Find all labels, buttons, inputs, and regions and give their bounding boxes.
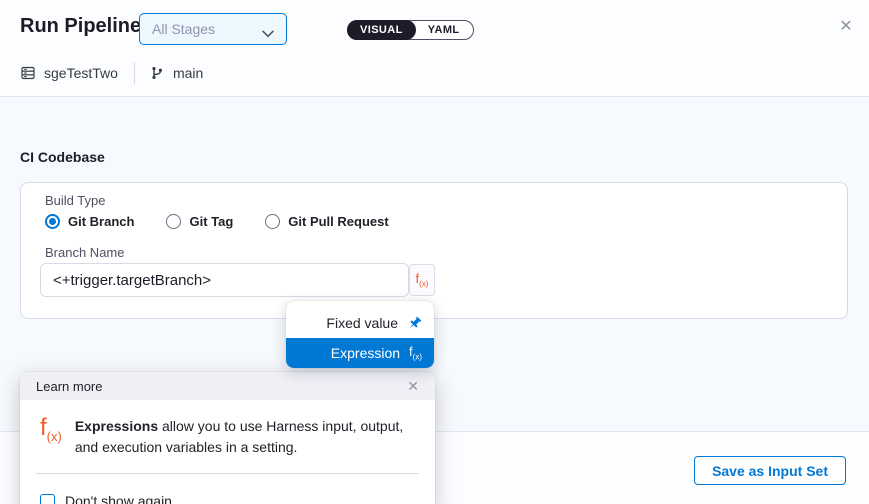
radio-label: Git Pull Request — [288, 214, 388, 229]
fx-icon: f(x) — [416, 272, 429, 289]
divider — [134, 62, 135, 84]
radio-selected-icon — [45, 214, 60, 229]
menu-item-label: Expression — [331, 345, 400, 361]
radio-label: Git Tag — [189, 214, 233, 229]
popover-title: Learn more — [36, 379, 102, 394]
branch-name-input[interactable] — [40, 263, 409, 297]
build-type-label: Build Type — [45, 193, 105, 208]
menu-item-label: Fixed value — [326, 315, 398, 331]
stage-select-dropdown[interactable]: All Stages — [139, 13, 287, 45]
tab-visual[interactable]: VISUAL — [347, 20, 416, 40]
repository-icon — [20, 65, 36, 81]
radio-git-tag[interactable]: Git Tag — [166, 214, 233, 229]
menu-item-expression[interactable]: Expression f(x) — [286, 338, 434, 368]
codebase-summary: sgeTestTwo main — [20, 62, 203, 84]
fx-icon: f(x) — [40, 416, 62, 443]
ci-codebase-card: Build Type Git Branch Git Tag Git Pull R… — [20, 182, 848, 319]
learn-more-popover: Learn more ✕ f(x) Expressions allow you … — [20, 372, 435, 504]
build-type-radio-group: Git Branch Git Tag Git Pull Request — [45, 214, 389, 229]
branch-name: main — [173, 65, 203, 81]
radio-unselected-icon — [166, 214, 181, 229]
radio-git-pull-request[interactable]: Git Pull Request — [265, 214, 388, 229]
close-icon[interactable]: ✕ — [834, 14, 858, 38]
page-title: Run Pipeline — [20, 15, 141, 38]
radio-git-branch[interactable]: Git Branch — [45, 214, 134, 229]
radio-label: Git Branch — [68, 214, 134, 229]
popover-header: Learn more ✕ — [20, 372, 435, 400]
menu-item-fixed-value[interactable]: Fixed value — [286, 308, 434, 338]
dialog-header: Run Pipeline All Stages VISUAL YAML ✕ — [0, 0, 869, 97]
checkbox-label: Don't show again — [65, 493, 172, 504]
radio-unselected-icon — [265, 214, 280, 229]
divider — [36, 473, 419, 474]
git-branch-icon — [149, 65, 165, 81]
save-as-input-set-button[interactable]: Save as Input Set — [694, 456, 846, 485]
dont-show-again-row[interactable]: Don't show again — [40, 493, 435, 504]
run-pipeline-dialog: Run Pipeline All Stages VISUAL YAML ✕ — [0, 0, 869, 504]
chevron-down-icon — [262, 25, 274, 33]
pin-icon — [407, 316, 422, 331]
popover-body: f(x) Expressions allow you to use Harnes… — [20, 400, 435, 458]
tab-yaml[interactable]: YAML — [415, 21, 473, 39]
popover-close-icon[interactable]: ✕ — [405, 378, 421, 395]
stage-select-value: All Stages — [152, 21, 215, 37]
branch-name-label: Branch Name — [45, 245, 124, 260]
fx-icon: f(x) — [409, 345, 422, 362]
input-type-menu: Fixed value Expression f(x) — [286, 301, 434, 368]
popover-description: Expressions allow you to use Harness inp… — [75, 416, 415, 458]
ci-codebase-heading: CI Codebase — [20, 149, 105, 165]
dont-show-again-checkbox[interactable] — [40, 494, 55, 504]
visual-yaml-toggle: VISUAL YAML — [347, 20, 474, 40]
input-type-selector-button[interactable]: f(x) — [409, 264, 435, 296]
repository-name: sgeTestTwo — [44, 65, 118, 81]
